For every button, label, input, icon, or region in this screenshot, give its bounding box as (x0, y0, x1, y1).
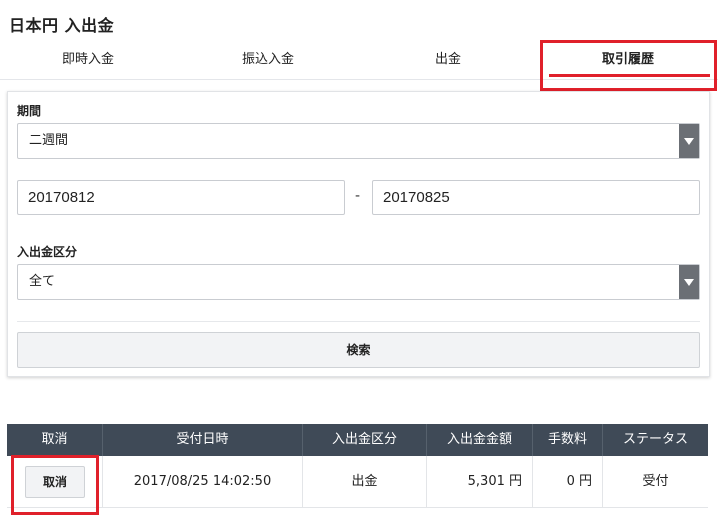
status-cell: 受付 (642, 474, 669, 489)
transaction-kind-select[interactable]: 全て (17, 264, 700, 300)
column-header-fee: 手数料 (533, 424, 603, 456)
kind-cell: 出金 (303, 456, 427, 508)
period-select[interactable]: 二週間 (17, 123, 700, 159)
column-header-kind: 入出金区分 (303, 424, 427, 456)
filter-panel: 期間 二週間 20170812 - 20170825 入出金区分 全て 検索 (7, 91, 710, 377)
datetime-cell: 2017/08/25 14:02:50 (103, 456, 303, 508)
date-to-input[interactable]: 20170825 (372, 180, 700, 215)
column-header-amount: 入出金金額 (427, 424, 533, 456)
column-header-status: ステータス (622, 432, 688, 447)
table-row: 取消 2017/08/25 14:02:50 出金 5,301 円 0 円 受付 (7, 456, 708, 508)
date-range-separator: - (355, 188, 361, 204)
active-tab-underline (549, 74, 710, 77)
cancel-button[interactable]: 取消 (25, 466, 85, 498)
page-title: 日本円 入出金 (9, 16, 115, 35)
period-select-value: 二週間 (29, 133, 69, 148)
period-label: 期間 (17, 104, 42, 118)
tab-instant-deposit[interactable]: 即時入金 (0, 42, 176, 80)
amount-cell: 5,301 円 (427, 456, 533, 508)
date-from-input[interactable]: 20170812 (17, 180, 345, 215)
search-button[interactable]: 検索 (17, 332, 700, 368)
chevron-down-icon (679, 124, 699, 158)
tab-withdrawal[interactable]: 出金 (360, 42, 536, 80)
table-header: 取消 受付日時 入出金区分 入出金金額 手数料 ステータス (7, 424, 708, 456)
column-header-datetime: 受付日時 (103, 424, 303, 456)
divider (17, 321, 700, 322)
column-header-cancel: 取消 (7, 424, 103, 456)
transaction-kind-label: 入出金区分 (17, 245, 78, 259)
fee-cell: 0 円 (533, 456, 603, 508)
transaction-kind-value: 全て (29, 274, 56, 289)
tab-transfer-deposit[interactable]: 振込入金 (180, 42, 356, 80)
chevron-down-icon (679, 265, 699, 299)
cancel-cell: 取消 (7, 456, 103, 508)
